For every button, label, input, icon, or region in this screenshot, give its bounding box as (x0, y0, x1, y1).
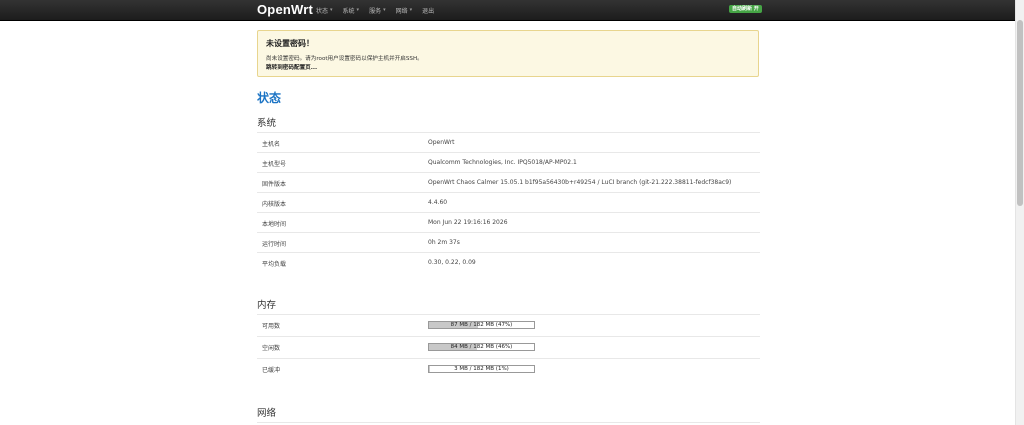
nav-logout-label: 退出 (422, 7, 435, 15)
row-label: 固件版本 (262, 181, 287, 188)
nav-status[interactable]: 状态 ▾ (316, 6, 333, 15)
progress-text: 84 MB / 182 MB (46%) (450, 344, 513, 350)
row-label: 已缓冲 (262, 367, 281, 374)
table-row: 平均负载 0.30, 0.22, 0.09 (257, 252, 760, 272)
table-row: 运行时间 0h 2m 37s (257, 232, 760, 252)
table-row: 主机型号 Qualcomm Technologies, Inc. IPQ5018… (257, 152, 760, 172)
table-row: 本地时间 Mon Jun 22 19:16:16 2026 (257, 212, 760, 232)
row-value: OpenWrt Chaos Calmer 15.05.1 b1f95a56430… (428, 179, 732, 186)
table-row: 固件版本 OpenWrt Chaos Calmer 15.05.1 b1f95a… (257, 172, 760, 192)
row-label: 本地时间 (262, 221, 287, 228)
table-row: 已缓冲 3 MB / 182 MB (1%) (257, 358, 760, 380)
nav-network[interactable]: 网络 ▾ (396, 6, 413, 15)
caret-down-icon: ▾ (383, 7, 386, 13)
section-title-memory: 内存 (257, 300, 277, 311)
table-row: 内核版本 4.4.60 (257, 192, 760, 212)
password-config-link[interactable]: 跳转到密码配置页... (266, 63, 317, 71)
caret-down-icon: ▾ (356, 7, 360, 13)
scrollbar-thumb[interactable] (1017, 20, 1023, 206)
alert-text: 尚未设置密码。请为root用户设置密码以保护主机并开启SSH。 (266, 56, 423, 62)
row-label: 可用数 (262, 323, 281, 330)
row-label: 主机名 (262, 141, 281, 148)
nav-status-label: 状态 (316, 7, 329, 15)
nav-network-label: 网络 (395, 7, 408, 15)
nav-system[interactable]: 系统 ▾ (343, 6, 360, 15)
row-value: 0h 2m 37s (428, 239, 460, 246)
row-label: 运行时间 (262, 241, 287, 248)
table-row: 主机名 OpenWrt (257, 132, 760, 152)
row-label: 空闲数 (262, 345, 281, 352)
table-row: 可用数 87 MB / 182 MB (47%) (257, 314, 760, 336)
memory-progress-bar: 84 MB / 182 MB (46%) (428, 343, 535, 351)
top-navbar: OpenWrt 状态 ▾ 系统 ▾ 服务 ▾ 网络 ▾ 退出 自动刷新 开 (0, 0, 1016, 21)
nav-system-label: 系统 (342, 7, 355, 15)
caret-down-icon: ▾ (409, 7, 413, 13)
memory-table: 可用数 87 MB / 182 MB (47%) 空闲数 84 MB / 182… (257, 314, 760, 380)
row-value: Qualcomm Technologies, Inc. IPQ5018/AP-M… (428, 159, 577, 166)
row-label: 内核版本 (262, 201, 287, 208)
row-value: Mon Jun 22 19:16:16 2026 (428, 219, 508, 226)
table-row: 空闲数 84 MB / 182 MB (46%) (257, 336, 760, 358)
memory-progress-bar: 3 MB / 182 MB (1%) (428, 365, 535, 373)
progress-text: 3 MB / 182 MB (1%) (454, 366, 509, 372)
progress-text: 87 MB / 182 MB (47%) (450, 322, 513, 328)
row-value: 0.30, 0.22, 0.09 (428, 259, 476, 266)
row-label: 平均负载 (262, 261, 287, 268)
page-title: 状态 (257, 91, 282, 105)
auto-refresh-badge[interactable]: 自动刷新 开 (729, 5, 762, 13)
memory-progress-bar: 87 MB / 182 MB (47%) (428, 321, 535, 329)
row-value: 4.4.60 (428, 199, 448, 206)
alert-title: 未设置密码！ (266, 39, 314, 48)
main-nav: 状态 ▾ 系统 ▾ 服务 ▾ 网络 ▾ 退出 (316, 0, 444, 20)
section-title-system: 系统 (257, 118, 277, 129)
password-warning-alert: 未设置密码！ 尚未设置密码。请为root用户设置密码以保护主机并开启SSH。 跳… (257, 30, 759, 77)
section-title-network: 网络 (257, 408, 277, 419)
nav-logout[interactable]: 退出 (422, 6, 434, 15)
nav-services[interactable]: 服务 ▾ (369, 6, 386, 15)
caret-down-icon: ▾ (330, 7, 333, 13)
row-label: 主机型号 (262, 161, 287, 168)
row-value: OpenWrt (428, 139, 455, 146)
system-table: 主机名 OpenWrt 主机型号 Qualcomm Technologies, … (257, 132, 760, 272)
vertical-scrollbar[interactable] (1015, 0, 1024, 425)
nav-services-label: 服务 (369, 7, 382, 15)
brand-logo[interactable]: OpenWrt (257, 2, 313, 17)
